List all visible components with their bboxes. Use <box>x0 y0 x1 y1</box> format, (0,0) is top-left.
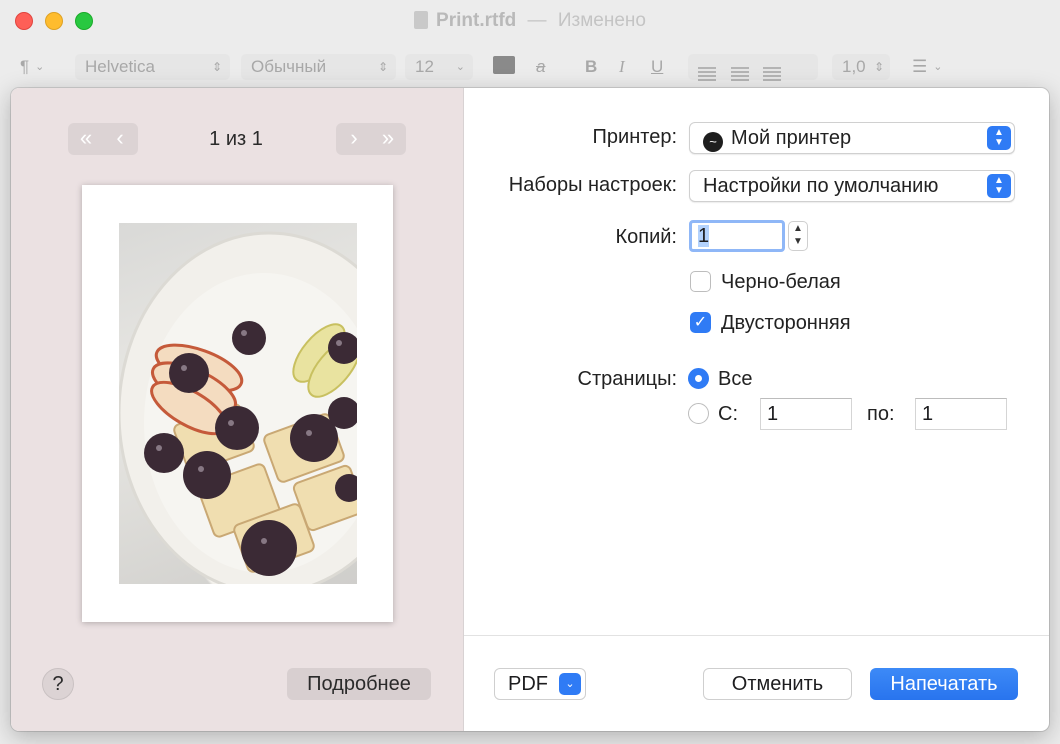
alignment-group <box>688 54 818 107</box>
food-plate-image <box>119 231 357 584</box>
text-color-swatch[interactable] <box>493 56 515 74</box>
copies-value: 1 <box>698 225 710 247</box>
window-title-text: Print.rtfd <box>436 10 517 31</box>
printer-select[interactable]: ~ Мой принтер ▲ ▼ <box>689 122 1015 154</box>
copies-label: Копий: <box>615 226 677 248</box>
chevron-down-icon: ⌄ <box>933 61 943 73</box>
chevron-down-icon: ⌄ <box>559 673 581 695</box>
help-button[interactable]: ? <box>42 668 74 700</box>
presets-select[interactable]: Настройки по умолчанию ▲ ▼ <box>689 170 1015 202</box>
pages-all-radio[interactable] <box>688 368 709 389</box>
strike-color-button[interactable]: a <box>536 54 545 80</box>
italic-button[interactable]: I <box>619 54 625 80</box>
cancel-button[interactable]: Отменить <box>703 668 852 700</box>
line-spacing-value: 1,0 <box>842 57 866 76</box>
bw-label: Черно-белая <box>721 271 841 293</box>
updown-icon: ⇕ <box>873 60 884 74</box>
font-family-select[interactable]: Helvetica ⇕ <box>75 54 230 80</box>
printer-label: Принтер: <box>592 126 677 148</box>
font-style-value: Обычный <box>251 57 327 76</box>
format-toolbar: ¶ ⌄ Helvetica ⇕ Обычный ⇕ 12 ⌄ a B I U 1,… <box>0 44 1060 107</box>
updown-icon: ▲ ▼ <box>987 126 1011 150</box>
bold-button[interactable]: B <box>585 54 597 80</box>
pages-all-label: Все <box>718 368 753 390</box>
list-icon: ☰ <box>912 57 928 76</box>
next-page-button[interactable]: › <box>337 123 371 153</box>
align-left-icon[interactable] <box>698 66 716 81</box>
preview-photo <box>119 223 357 584</box>
align-center-icon[interactable] <box>730 66 749 81</box>
copies-input[interactable]: 1 <box>689 220 785 252</box>
pages-from-label: С: <box>718 403 738 425</box>
updown-icon: ▲ ▼ <box>987 174 1011 198</box>
window-title: Print.rtfd — Изменено <box>0 10 1060 32</box>
page-preview <box>82 185 393 622</box>
underline-label: U <box>651 57 664 76</box>
pages-from-value: 1 <box>767 403 779 425</box>
window-title-status: Изменено <box>557 10 646 31</box>
printer-value: Мой принтер <box>731 127 852 149</box>
last-page-button[interactable]: » <box>371 123 405 153</box>
pages-to-value: 1 <box>922 403 934 425</box>
presets-label: Наборы настроек: <box>508 174 677 196</box>
page-nav-next-group: ›» <box>336 123 406 155</box>
pages-from-input[interactable]: 1 <box>760 398 852 430</box>
window-titlebar: Print.rtfd — Изменено <box>0 0 1060 44</box>
list-style-menu[interactable]: ☰ ⌄ <box>912 54 942 80</box>
prev-page-button[interactable]: ‹ <box>103 123 137 153</box>
duplex-checkbox[interactable]: ✓ <box>690 312 711 333</box>
footer-divider <box>464 635 1049 636</box>
underline-button[interactable]: U <box>651 54 663 80</box>
duplex-label: Двусторонняя <box>721 312 851 334</box>
printer-icon: ~ <box>703 132 723 152</box>
paragraph-style-menu[interactable]: ¶ ⌄ <box>20 54 44 80</box>
window-title-separator: — <box>527 10 547 31</box>
chevron-down-icon: ⌄ <box>455 61 465 73</box>
bold-label: B <box>585 57 598 76</box>
chevron-down-icon: ⌄ <box>35 61 45 73</box>
pages-range-radio[interactable] <box>688 403 709 424</box>
document-icon <box>414 11 429 29</box>
show-details-button[interactable]: Подробнее <box>287 668 431 700</box>
updown-icon: ⇕ <box>377 60 388 74</box>
strike-label: a <box>536 57 546 76</box>
italic-label: I <box>619 57 625 76</box>
presets-value: Настройки по умолчанию <box>703 175 939 197</box>
print-button[interactable]: Напечатать <box>870 668 1018 700</box>
pdf-label: PDF <box>508 673 548 695</box>
font-size-value: 12 <box>415 57 434 76</box>
pages-to-input[interactable]: 1 <box>915 398 1007 430</box>
page-counter: 1 из 1 <box>209 128 263 150</box>
pdf-menu-button[interactable]: PDF ⌄ <box>494 668 586 700</box>
bw-checkbox[interactable] <box>690 271 711 292</box>
font-size-select[interactable]: 12 ⌄ <box>405 54 473 80</box>
line-spacing-select[interactable]: 1,0 ⇕ <box>832 54 890 80</box>
align-right-icon[interactable] <box>763 66 782 81</box>
font-style-select[interactable]: Обычный ⇕ <box>241 54 396 80</box>
paragraph-icon: ¶ <box>20 57 30 76</box>
updown-icon: ⇕ <box>211 60 222 74</box>
pages-to-label: по: <box>867 403 895 425</box>
print-dialog: «‹ 1 из 1 ›» ? Подробнее Принтер: ~ Мой … <box>11 88 1049 731</box>
page-nav-prev-group: «‹ <box>68 123 138 155</box>
preview-pane: «‹ 1 из 1 ›» ? Подробнее <box>11 88 464 731</box>
pages-label: Страницы: <box>577 368 677 390</box>
font-family-value: Helvetica <box>85 57 155 76</box>
first-page-button[interactable]: « <box>69 123 103 153</box>
copies-stepper[interactable]: ▲ ▼ <box>788 221 808 251</box>
